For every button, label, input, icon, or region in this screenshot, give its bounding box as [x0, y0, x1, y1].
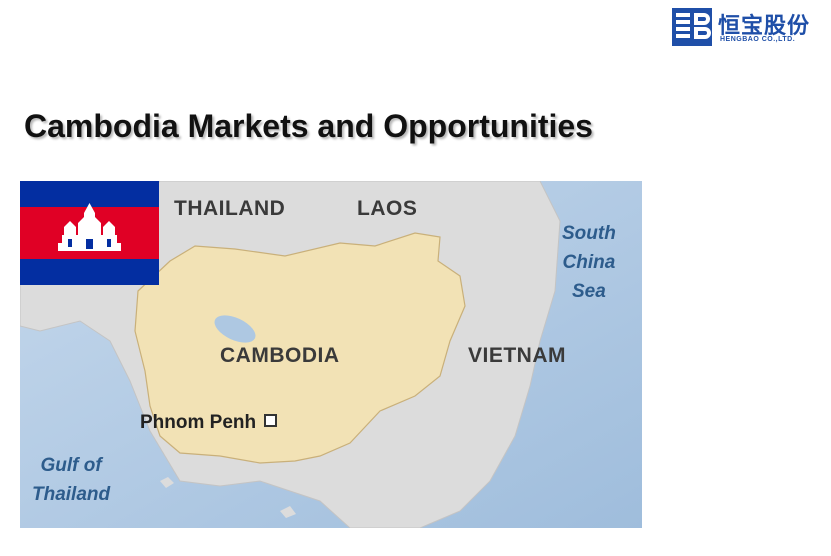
label-vietnam: VIETNAM: [468, 344, 566, 367]
slide-title: Cambodia Markets and Opportunities: [24, 108, 593, 144]
company-logo: 恒宝股份 HENGBAO CO.,LTD.: [672, 6, 828, 48]
cambodia-map: THAILAND LAOS CAMBODIA VIETNAM Phnom Pen…: [20, 181, 642, 528]
label-phnom-penh: Phnom Penh: [140, 412, 257, 433]
label-laos: LAOS: [357, 197, 418, 220]
label-gulf-of-thailand: Gulf of Thailand: [32, 455, 111, 505]
cambodia-flag-icon: [20, 181, 159, 285]
hengbao-logo-icon: [672, 8, 712, 46]
label-thailand: THAILAND: [174, 197, 286, 220]
capital-marker-icon: [264, 414, 278, 427]
label-south-china-sea: South China Sea: [562, 223, 616, 302]
label-cambodia: CAMBODIA: [220, 344, 340, 367]
logo-english-name: HENGBAO CO.,LTD.: [720, 36, 796, 43]
capital-label: Phnom Penh: [140, 412, 278, 433]
